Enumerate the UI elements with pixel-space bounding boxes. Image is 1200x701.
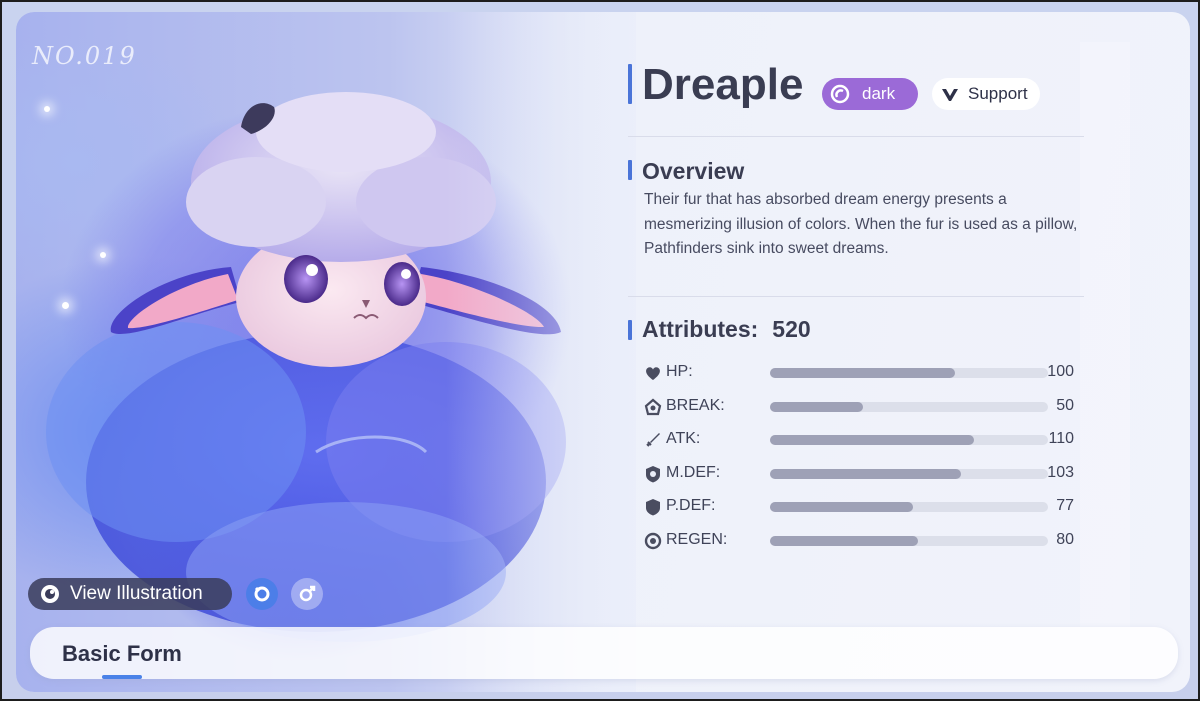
name-row: Dreaple dark Support bbox=[628, 60, 1088, 114]
stat-bar-track bbox=[770, 368, 1048, 378]
view-illustration-label: View Illustration bbox=[70, 583, 203, 604]
section-accent-bar bbox=[628, 160, 632, 180]
form-selector-bar: Basic Form bbox=[30, 627, 1178, 679]
stat-label: BREAK: bbox=[666, 396, 725, 414]
stat-value: 80 bbox=[1056, 530, 1074, 548]
section-accent-bar bbox=[628, 320, 632, 340]
tab-basic-form[interactable]: Basic Form bbox=[62, 641, 182, 667]
divider bbox=[628, 136, 1084, 137]
attributes-title: Attributes: 520 bbox=[642, 316, 811, 343]
sparkle-icon bbox=[62, 302, 69, 309]
male-gender-button[interactable] bbox=[291, 578, 323, 610]
stat-value: 50 bbox=[1056, 396, 1074, 414]
divider bbox=[628, 296, 1084, 297]
stat-value: 100 bbox=[1047, 363, 1074, 380]
overview-description: Their fur that has absorbed dream energy… bbox=[644, 191, 1078, 257]
creature-number: NO.019 bbox=[32, 42, 137, 70]
type-tag-label: dark bbox=[862, 84, 896, 103]
stat-bar-fill bbox=[770, 401, 863, 412]
title-accent-bar bbox=[628, 64, 632, 104]
stat-bar-fill bbox=[770, 468, 961, 479]
stat-label: M.DEF: bbox=[666, 463, 721, 481]
stat-value: 103 bbox=[1047, 463, 1074, 481]
stat-row: P.DEF: 77 bbox=[644, 496, 1074, 518]
sword-icon bbox=[646, 433, 660, 447]
stat-bar-fill bbox=[770, 435, 974, 445]
background-watermark bbox=[1080, 42, 1160, 642]
creature-card: NO.019 View Illustration Basic Form Drea… bbox=[16, 12, 1190, 692]
stat-label: ATK: bbox=[666, 430, 701, 447]
regen-icon bbox=[644, 532, 662, 549]
stat-value: 110 bbox=[1048, 430, 1074, 447]
window-frame: NO.019 View Illustration Basic Form Drea… bbox=[0, 0, 1200, 701]
creature-name: Dreaple bbox=[642, 60, 804, 109]
female-icon bbox=[254, 586, 270, 602]
stat-row: ATK: 110 bbox=[644, 429, 1074, 451]
stat-bar-track bbox=[770, 468, 1048, 479]
info-panel: Dreaple dark Support Overview Their fur … bbox=[628, 60, 1088, 549]
sparkle-icon bbox=[100, 252, 106, 258]
stat-bar-fill bbox=[770, 368, 956, 378]
dark-element-icon bbox=[830, 84, 850, 104]
break-icon bbox=[644, 398, 662, 415]
stat-bar-fill bbox=[770, 535, 919, 546]
active-tab-indicator bbox=[102, 675, 142, 679]
stat-label: HP: bbox=[666, 363, 693, 380]
heart-icon bbox=[646, 367, 660, 380]
role-tag: Support bbox=[932, 78, 1040, 110]
stat-bar-track bbox=[770, 401, 1048, 412]
stat-row: M.DEF: 103 bbox=[644, 463, 1074, 485]
attributes-label: Attributes: bbox=[642, 316, 759, 342]
stat-row: REGEN: 80 bbox=[644, 530, 1074, 552]
overview-title: Overview bbox=[642, 158, 745, 184]
stat-bar-fill bbox=[770, 502, 913, 512]
view-illustration-button[interactable]: View Illustration bbox=[28, 578, 232, 610]
support-role-icon bbox=[942, 89, 958, 101]
stat-label: P.DEF: bbox=[666, 497, 716, 514]
stat-label: REGEN: bbox=[666, 530, 728, 548]
stat-row: HP: 100 bbox=[644, 362, 1074, 384]
illustration-icon bbox=[41, 585, 59, 603]
stat-bar-track bbox=[770, 535, 1048, 546]
stat-value: 77 bbox=[1056, 497, 1074, 514]
role-tag-label: Support bbox=[968, 84, 1028, 103]
male-icon bbox=[299, 585, 316, 602]
stat-bar-track bbox=[770, 502, 1048, 512]
stat-row: BREAK: 50 bbox=[644, 396, 1074, 418]
shield-icon bbox=[646, 499, 660, 516]
type-tag: dark bbox=[822, 78, 918, 110]
attributes-total: 520 bbox=[772, 316, 811, 342]
magic-shield-icon bbox=[646, 465, 660, 482]
stat-bar-track bbox=[770, 435, 1048, 445]
sparkle-icon bbox=[44, 106, 50, 112]
art-fade-overlay bbox=[446, 12, 636, 692]
female-gender-button[interactable] bbox=[246, 578, 278, 610]
